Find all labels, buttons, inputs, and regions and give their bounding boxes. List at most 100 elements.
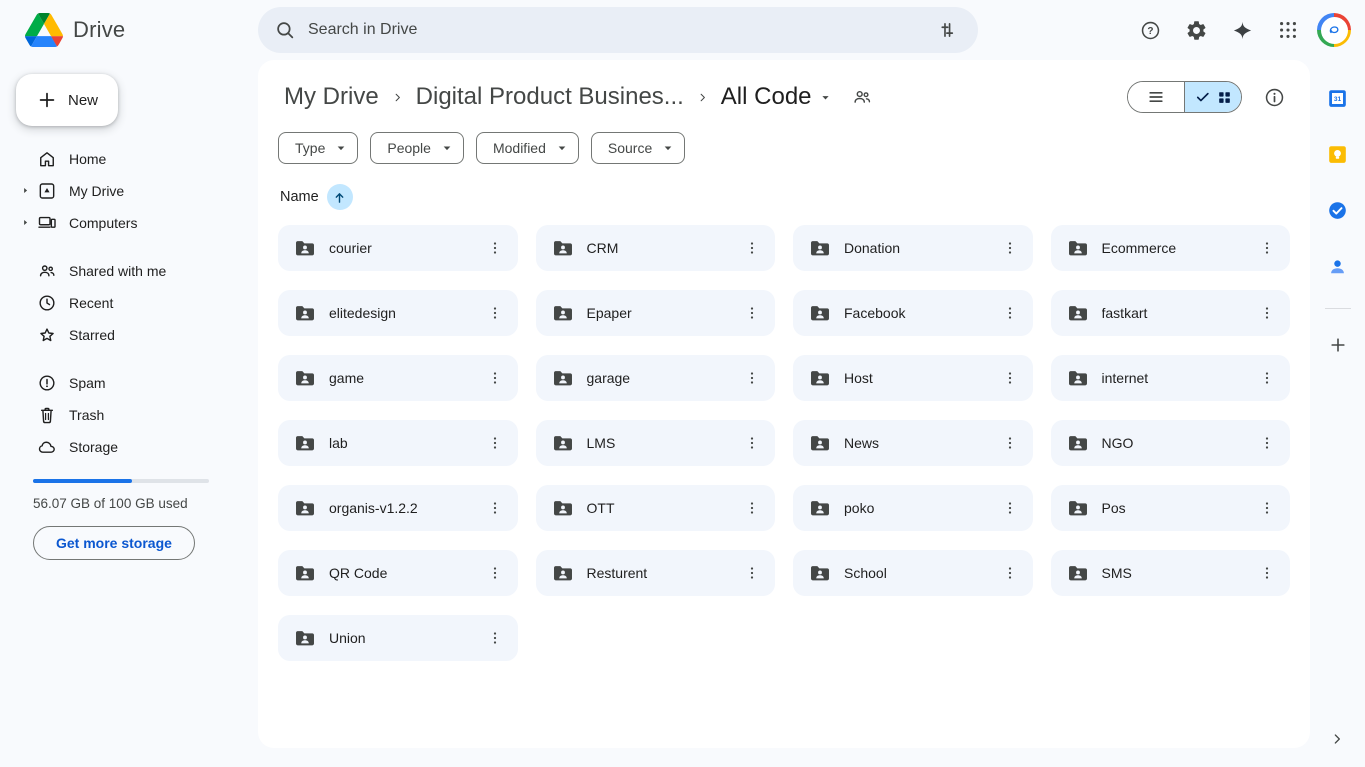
- sidebar-item-label: Shared with me: [69, 263, 166, 279]
- new-button[interactable]: New: [16, 74, 118, 126]
- folder-card[interactable]: QR Code: [278, 550, 518, 596]
- more-actions-button[interactable]: [1250, 296, 1284, 330]
- more-actions-button[interactable]: [478, 426, 512, 460]
- folder-card[interactable]: School: [793, 550, 1033, 596]
- folder-card[interactable]: garage: [536, 355, 776, 401]
- sort-header[interactable]: Name: [258, 164, 353, 210]
- more-actions-button[interactable]: [478, 296, 512, 330]
- folder-card[interactable]: NGO: [1051, 420, 1291, 466]
- more-actions-button[interactable]: [478, 361, 512, 395]
- folder-card[interactable]: Epaper: [536, 290, 776, 336]
- account-avatar[interactable]: [1317, 13, 1351, 47]
- settings-button[interactable]: [1176, 10, 1216, 50]
- list-view-button[interactable]: [1128, 82, 1184, 112]
- kebab-menu-icon: [743, 499, 761, 517]
- more-actions-button[interactable]: [1250, 556, 1284, 590]
- caret-down-icon: [660, 140, 676, 156]
- more-actions-button[interactable]: [735, 231, 769, 265]
- grid-view-button[interactable]: [1184, 82, 1241, 112]
- more-actions-button[interactable]: [993, 296, 1027, 330]
- folder-card[interactable]: Ecommerce: [1051, 225, 1291, 271]
- more-actions-button[interactable]: [1250, 426, 1284, 460]
- contacts-app-button[interactable]: [1318, 246, 1358, 286]
- folder-card[interactable]: lab: [278, 420, 518, 466]
- google-apps-button[interactable]: [1268, 10, 1308, 50]
- sidebar-item-starred[interactable]: Starred: [0, 319, 258, 351]
- folder-card[interactable]: game: [278, 355, 518, 401]
- folder-card[interactable]: CRM: [536, 225, 776, 271]
- gemini-button[interactable]: [1222, 10, 1262, 50]
- sidebar-item-shared-with-me[interactable]: Shared with me: [0, 255, 258, 287]
- shared-folder-people-icon[interactable]: [851, 86, 873, 108]
- hide-side-panel-button[interactable]: [1325, 727, 1349, 751]
- folder-card[interactable]: Host: [793, 355, 1033, 401]
- more-actions-button[interactable]: [1250, 491, 1284, 525]
- get-more-storage-button[interactable]: Get more storage: [33, 526, 195, 560]
- folder-card[interactable]: Facebook: [793, 290, 1033, 336]
- plus-icon: [36, 89, 58, 111]
- folder-card[interactable]: elitedesign: [278, 290, 518, 336]
- breadcrumb-item[interactable]: My Drive: [278, 81, 385, 113]
- more-actions-button[interactable]: [478, 491, 512, 525]
- more-actions-button[interactable]: [735, 426, 769, 460]
- more-actions-button[interactable]: [735, 361, 769, 395]
- folder-card[interactable]: organis-v1.2.2: [278, 485, 518, 531]
- folder-card[interactable]: fastkart: [1051, 290, 1291, 336]
- breadcrumb-item[interactable]: Digital Product Busines...: [410, 81, 690, 113]
- drive-brand[interactable]: Drive: [0, 0, 258, 60]
- more-actions-button[interactable]: [735, 491, 769, 525]
- calendar-app-button[interactable]: [1318, 78, 1358, 118]
- sidebar-item-home[interactable]: Home: [0, 143, 258, 175]
- get-addons-button[interactable]: [1318, 325, 1358, 365]
- search-options-button[interactable]: [930, 13, 964, 47]
- filter-chip-people[interactable]: People: [370, 132, 464, 164]
- filter-chip-type[interactable]: Type: [278, 132, 358, 164]
- tasks-app-button[interactable]: [1318, 190, 1358, 230]
- more-actions-button[interactable]: [1250, 361, 1284, 395]
- more-actions-button[interactable]: [993, 556, 1027, 590]
- more-actions-button[interactable]: [993, 491, 1027, 525]
- expand-caret-icon[interactable]: [20, 217, 31, 228]
- sidebar-item-label: Recent: [69, 295, 113, 311]
- more-actions-button[interactable]: [478, 556, 512, 590]
- kebab-menu-icon: [1258, 369, 1276, 387]
- filter-chip-modified[interactable]: Modified: [476, 132, 579, 164]
- folder-card[interactable]: OTT: [536, 485, 776, 531]
- folder-card[interactable]: poko: [793, 485, 1033, 531]
- folder-card[interactable]: Union: [278, 615, 518, 661]
- folder-card[interactable]: Donation: [793, 225, 1033, 271]
- folder-card[interactable]: News: [793, 420, 1033, 466]
- more-actions-button[interactable]: [735, 296, 769, 330]
- more-actions-button[interactable]: [735, 556, 769, 590]
- folder-name: LMS: [587, 435, 736, 451]
- folder-card[interactable]: Resturent: [536, 550, 776, 596]
- sidebar-item-computers[interactable]: Computers: [0, 207, 258, 239]
- sidebar-item-my-drive[interactable]: My Drive: [0, 175, 258, 207]
- more-actions-button[interactable]: [478, 621, 512, 655]
- filter-chip-source[interactable]: Source: [591, 132, 685, 164]
- more-actions-button[interactable]: [993, 231, 1027, 265]
- more-actions-button[interactable]: [478, 231, 512, 265]
- more-actions-button[interactable]: [1250, 231, 1284, 265]
- more-actions-button[interactable]: [993, 426, 1027, 460]
- breadcrumb-item[interactable]: All Code: [715, 81, 839, 113]
- more-actions-button[interactable]: [993, 361, 1027, 395]
- sidebar-item-spam[interactable]: Spam: [0, 367, 258, 399]
- sidebar-item-storage[interactable]: Storage: [0, 431, 258, 463]
- folder-card[interactable]: internet: [1051, 355, 1291, 401]
- check-icon: [1194, 88, 1212, 106]
- storage-progress-bar[interactable]: [33, 479, 209, 483]
- folder-card[interactable]: courier: [278, 225, 518, 271]
- search-input[interactable]: [308, 21, 918, 39]
- folder-card[interactable]: LMS: [536, 420, 776, 466]
- search-bar[interactable]: [258, 7, 978, 53]
- keep-app-button[interactable]: [1318, 134, 1358, 174]
- folder-card[interactable]: Pos: [1051, 485, 1291, 531]
- details-button[interactable]: [1258, 81, 1290, 113]
- help-button[interactable]: [1130, 10, 1170, 50]
- sidebar-item-recent[interactable]: Recent: [0, 287, 258, 319]
- expand-caret-icon[interactable]: [20, 185, 31, 196]
- kebab-menu-icon: [486, 434, 504, 452]
- sidebar-item-trash[interactable]: Trash: [0, 399, 258, 431]
- folder-card[interactable]: SMS: [1051, 550, 1291, 596]
